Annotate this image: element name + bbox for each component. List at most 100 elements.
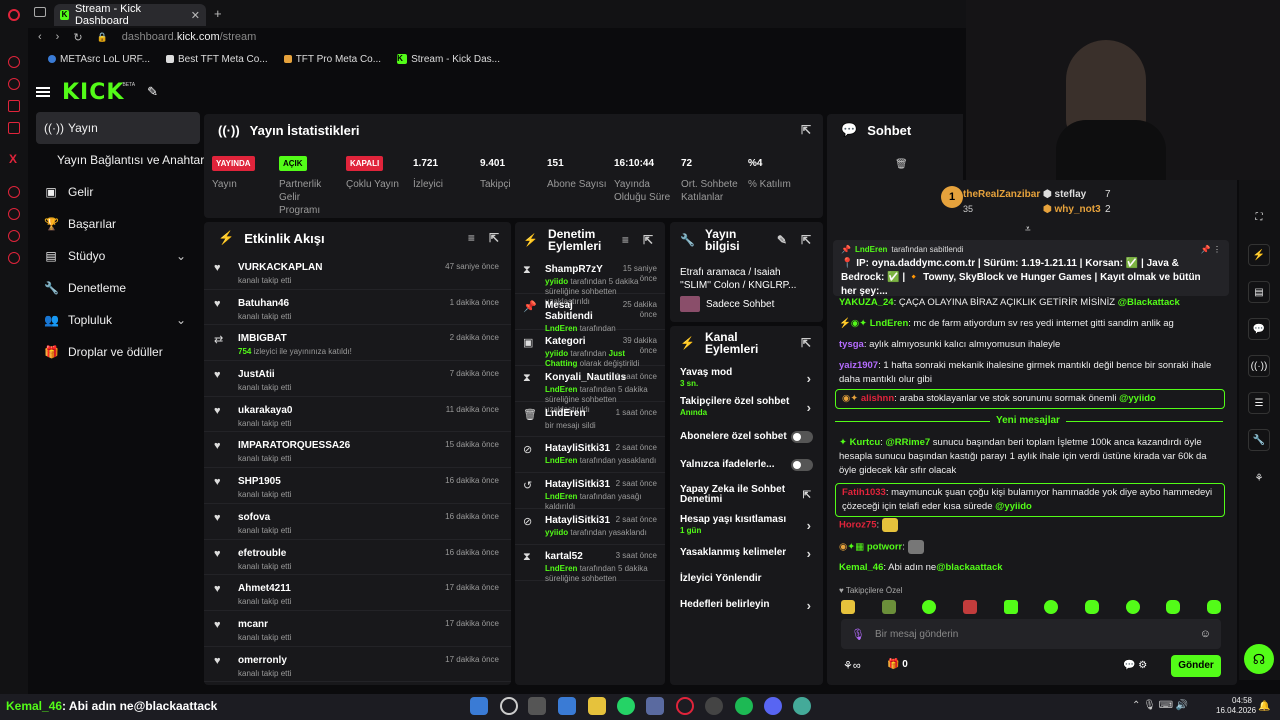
activity-item[interactable]: ♥ mcanr kanalı takip etti 17 dakika önce: [204, 611, 511, 647]
activity-item[interactable]: ♥ JustAtii kanalı takip etti 7 dakika önce: [204, 361, 511, 397]
chat-app-icon[interactable]: [8, 100, 20, 112]
obs-icon[interactable]: [705, 697, 723, 715]
opera-icon[interactable]: [676, 697, 694, 715]
activity-item[interactable]: ♥ SHP1905 kanalı takip etti 16 dakika önce: [204, 468, 511, 504]
help-icon[interactable]: ☊: [1244, 644, 1274, 674]
emote-icon[interactable]: [922, 600, 937, 614]
expand-icon[interactable]: ⩡: [1025, 224, 1031, 235]
channel-action[interactable]: Takipçilere özel sohbet Anında ›: [670, 392, 823, 423]
chat-input[interactable]: Bir mesaj gönderin: [875, 629, 958, 640]
moderation-item[interactable]: ⊘ HatayliSitki31 LndEren tarafından yasakl…: [515, 437, 665, 474]
wrench-icon[interactable]: 🔧: [1248, 429, 1270, 451]
popout-icon[interactable]: ⇱: [489, 231, 499, 245]
emoji-icon[interactable]: ☺: [1200, 628, 1211, 640]
new-tab-icon[interactable]: +: [214, 6, 222, 21]
emote-icon[interactable]: [1166, 600, 1181, 614]
moderation-item[interactable]: ⧗ kartal52 LndEren tarafından 5 dakika sür…: [515, 545, 665, 583]
windows-start-icon[interactable]: [470, 697, 488, 715]
emote-icon[interactable]: [1206, 600, 1221, 614]
moderation-target[interactable]: Kategori: [545, 336, 615, 347]
trash-icon[interactable]: 🗑: [895, 159, 908, 170]
leaderboard-third[interactable]: ⬢ why_not3: [1043, 204, 1101, 215]
back-icon[interactable]: ‹: [38, 31, 42, 43]
activity-user[interactable]: ukarakaya0: [238, 405, 293, 416]
community-icon[interactable]: ⚘: [1248, 467, 1270, 489]
sidebar-item-drops[interactable]: 🎁 Droplar ve ödüller: [36, 336, 200, 368]
chat-settings-icon[interactable]: 💬 ⚙: [1123, 660, 1147, 671]
activity-user[interactable]: omerronly: [238, 655, 291, 666]
menu-icon[interactable]: [36, 87, 50, 97]
emote-icon[interactable]: [841, 600, 855, 614]
activity-user[interactable]: IMPARATORQUESSA26: [238, 440, 350, 451]
sidebar-item-stream[interactable]: ((·)) Yayın: [36, 112, 200, 144]
activity-user[interactable]: JustAtii: [238, 369, 291, 380]
moderation-item[interactable]: ▣ Kategori yyiido tarafından Just Chatting…: [515, 330, 665, 368]
spotify-icon[interactable]: [735, 697, 753, 715]
moderation-item[interactable]: ↺ HatayliSitki31 LndEren tarafından yasağı…: [515, 473, 665, 511]
sidebar-item-achievements[interactable]: 🏆 Başarılar: [36, 208, 200, 240]
chat-input-box[interactable]: 🎙 Bir mesaj gönderin ☺: [841, 619, 1221, 649]
sidebar-item-revenue[interactable]: ▣ Gelir: [36, 176, 200, 208]
bookmarks-icon[interactable]: [8, 230, 20, 242]
sidebar-item-community[interactable]: 👥 Topluluk ⌄: [36, 304, 200, 336]
search-icon[interactable]: [500, 697, 518, 715]
notifications-icon[interactable]: 🔔: [1258, 701, 1270, 712]
popout-icon[interactable]: ⇱: [801, 123, 811, 137]
emote-icon[interactable]: [1084, 600, 1099, 614]
channel-action[interactable]: Yasaklanmış kelimeler ›: [670, 539, 823, 567]
close-tab-icon[interactable]: ✕: [191, 9, 200, 22]
kick-logo[interactable]: KICK: [62, 80, 124, 105]
moderation-icon[interactable]: ☰: [1248, 392, 1270, 414]
moderation-item[interactable]: ⊘ HatayliSitki31 yyiido tarafından yasakla…: [515, 509, 665, 546]
whatsapp-icon[interactable]: [617, 697, 635, 715]
emote-icon[interactable]: [1003, 600, 1018, 614]
channel-action[interactable]: Abonelere özel sohbet: [670, 423, 823, 451]
settings-icon[interactable]: [8, 252, 20, 264]
bookmark-item[interactable]: METAsrc LoL URF...: [48, 54, 150, 65]
channel-action[interactable]: Hedefleri belirleyin ›: [670, 591, 823, 619]
sidebar-item-moderation[interactable]: 🔧 Denetleme: [36, 272, 200, 304]
moderation-item[interactable]: 🗑 LndEren bir mesajı sildi 1 saat önce: [515, 402, 665, 438]
activity-user[interactable]: sofova: [238, 512, 291, 523]
broadcast-icon[interactable]: ((·)): [1248, 355, 1270, 377]
emote-icon[interactable]: [881, 600, 896, 614]
widgets-icon[interactable]: [528, 697, 546, 715]
fullscreen-icon[interactable]: ⛶: [1248, 206, 1270, 228]
bookmark-item[interactable]: TFT Pro Meta Co...: [283, 54, 381, 65]
bookmark-item[interactable]: K Stream - Kick Das...: [397, 54, 500, 65]
channel-action[interactable]: Hesap yaşı kısıtlaması 1 gün ›: [670, 511, 823, 539]
mail-icon[interactable]: [558, 697, 576, 715]
activity-item[interactable]: ♥ sofova kanalı takip etti 16 dakika önce: [204, 504, 511, 540]
lightning-icon[interactable]: ⚡: [1248, 244, 1270, 266]
opera-logo-icon[interactable]: [8, 9, 20, 21]
x-twitter-icon[interactable]: X: [9, 152, 17, 166]
emote-icon[interactable]: [1044, 600, 1059, 614]
moderation-target[interactable]: HatayliSitki31: [545, 479, 615, 490]
activity-user[interactable]: Batuhan46: [238, 298, 291, 309]
activity-user[interactable]: Ahmet4211: [238, 583, 291, 594]
document-icon[interactable]: ▤: [1248, 281, 1270, 303]
emote-icon[interactable]: [1125, 600, 1140, 614]
channel-action[interactable]: Yapay Zeka ile Sohbet Denetimi ⇱: [670, 479, 823, 511]
activity-item[interactable]: ♥ Ahmet4211 kanalı takip etti 17 dakika önc…: [204, 575, 511, 611]
popout-icon[interactable]: ⇱: [801, 337, 811, 349]
tab-kick-dashboard[interactable]: K Stream - Kick Dashboard ✕: [54, 3, 206, 27]
leaderboard-first[interactable]: theRealZanzibar: [963, 189, 1040, 200]
moderation-item[interactable]: ⧗ Konyali_Nautilus LndEren tarafından 5 da…: [515, 366, 665, 414]
app-icon[interactable]: [793, 697, 811, 715]
forward-icon[interactable]: ›: [56, 31, 60, 43]
history-icon[interactable]: [8, 208, 20, 220]
activity-item[interactable]: ♥ Batuhan46 kanalı takip etti 1 dakika önce: [204, 290, 511, 326]
mic-icon[interactable]: 🎙: [851, 628, 865, 641]
toggle-switch[interactable]: [791, 459, 813, 471]
activity-item[interactable]: ♥ IMPARATORQUESSA26 kanalı takip etti 15 da…: [204, 432, 511, 469]
points-icon[interactable]: ⚘∞: [843, 659, 861, 672]
moderation-target[interactable]: HatayliSitki31: [545, 443, 615, 454]
activity-user[interactable]: VURKACKAPLAN: [238, 262, 322, 273]
moderation-item[interactable]: ⧗ ShampR7zY yyiido tarafından 5 dakika sür…: [515, 258, 665, 306]
channel-action[interactable]: Yalnızca ifadelerle...: [670, 451, 823, 479]
app-icon[interactable]: [646, 697, 664, 715]
moderation-target[interactable]: ShampR7zY: [545, 264, 615, 275]
edit-icon[interactable]: ✎: [777, 234, 787, 246]
youtube-icon[interactable]: [8, 122, 20, 134]
